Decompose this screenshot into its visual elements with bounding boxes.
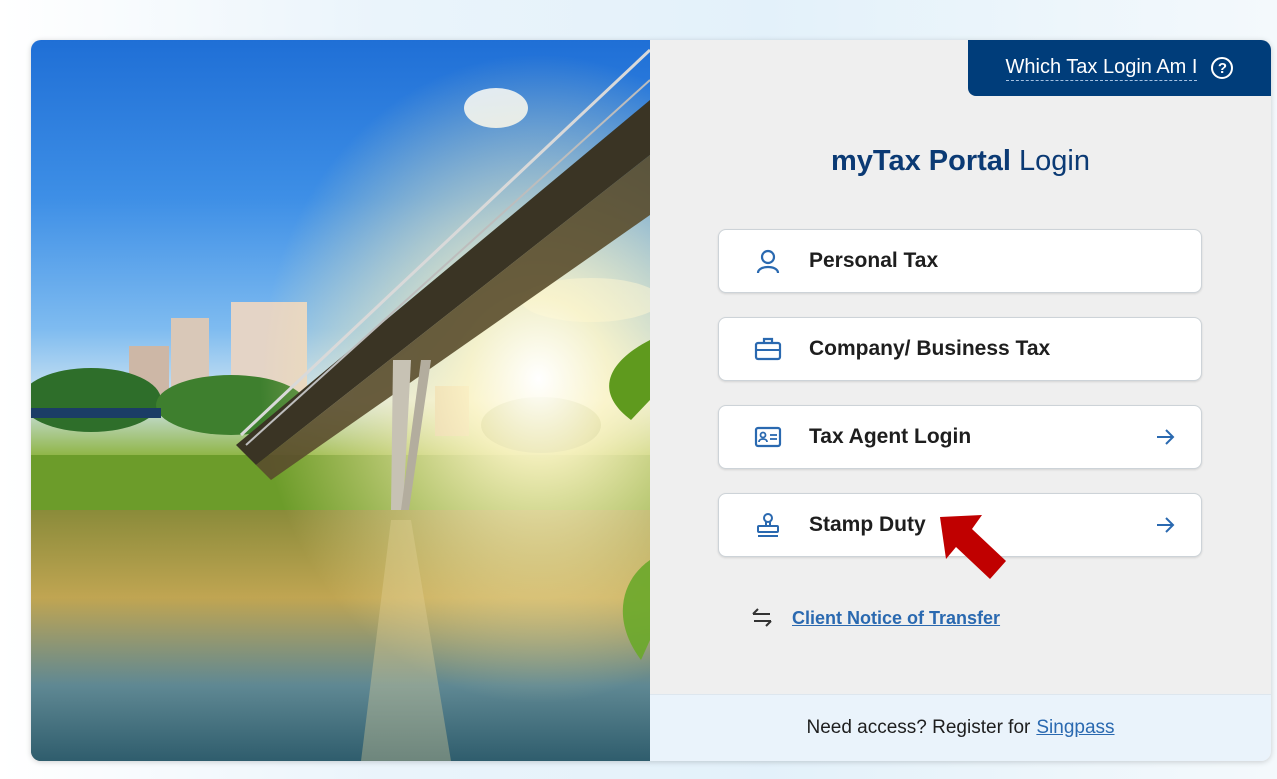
which-tax-login-label: Which Tax Login Am I	[1005, 56, 1198, 81]
login-panel: Which Tax Login Am I ? myTax Portal Logi…	[650, 40, 1271, 761]
login-card: Which Tax Login Am I ? myTax Portal Logi…	[31, 40, 1271, 761]
stamp-duty-label: Stamp Duty	[809, 513, 926, 536]
briefcase-icon	[753, 334, 783, 364]
question-circle-icon: ?	[1211, 57, 1234, 79]
personal-tax-label: Personal Tax	[809, 249, 939, 272]
register-footer-text: Need access? Register for	[806, 717, 1031, 738]
tax-agent-login-label: Tax Agent Login	[809, 425, 972, 448]
page-title-suffix: Login	[1019, 145, 1090, 177]
client-notice-transfer: Client Notice of Transfer	[750, 606, 1000, 630]
register-footer: Need access? Register for Singpass	[650, 694, 1271, 761]
page-title: myTax Portal Login	[650, 145, 1271, 178]
singpass-link[interactable]: Singpass	[1036, 717, 1114, 739]
which-tax-login-button[interactable]: Which Tax Login Am I ?	[968, 40, 1271, 96]
annotation-arrow-icon	[940, 515, 1006, 579]
company-business-tax-label: Company/ Business Tax	[809, 337, 1051, 360]
swap-arrows-icon	[750, 606, 774, 630]
id-card-icon	[753, 422, 783, 452]
arrow-right-icon	[1153, 513, 1177, 537]
tax-agent-login-button[interactable]: Tax Agent Login	[718, 405, 1202, 469]
company-business-tax-button[interactable]: Company/ Business Tax	[718, 317, 1202, 381]
page-title-brand: myTax Portal	[830, 145, 1011, 177]
stamp-icon	[753, 510, 783, 540]
client-notice-transfer-link[interactable]: Client Notice of Transfer	[792, 608, 1000, 629]
bridge-scene-illustration	[31, 40, 650, 761]
personal-tax-button[interactable]: Personal Tax	[718, 229, 1202, 293]
hero-photo	[31, 40, 650, 761]
arrow-right-icon	[1153, 425, 1177, 449]
user-icon	[753, 246, 783, 276]
